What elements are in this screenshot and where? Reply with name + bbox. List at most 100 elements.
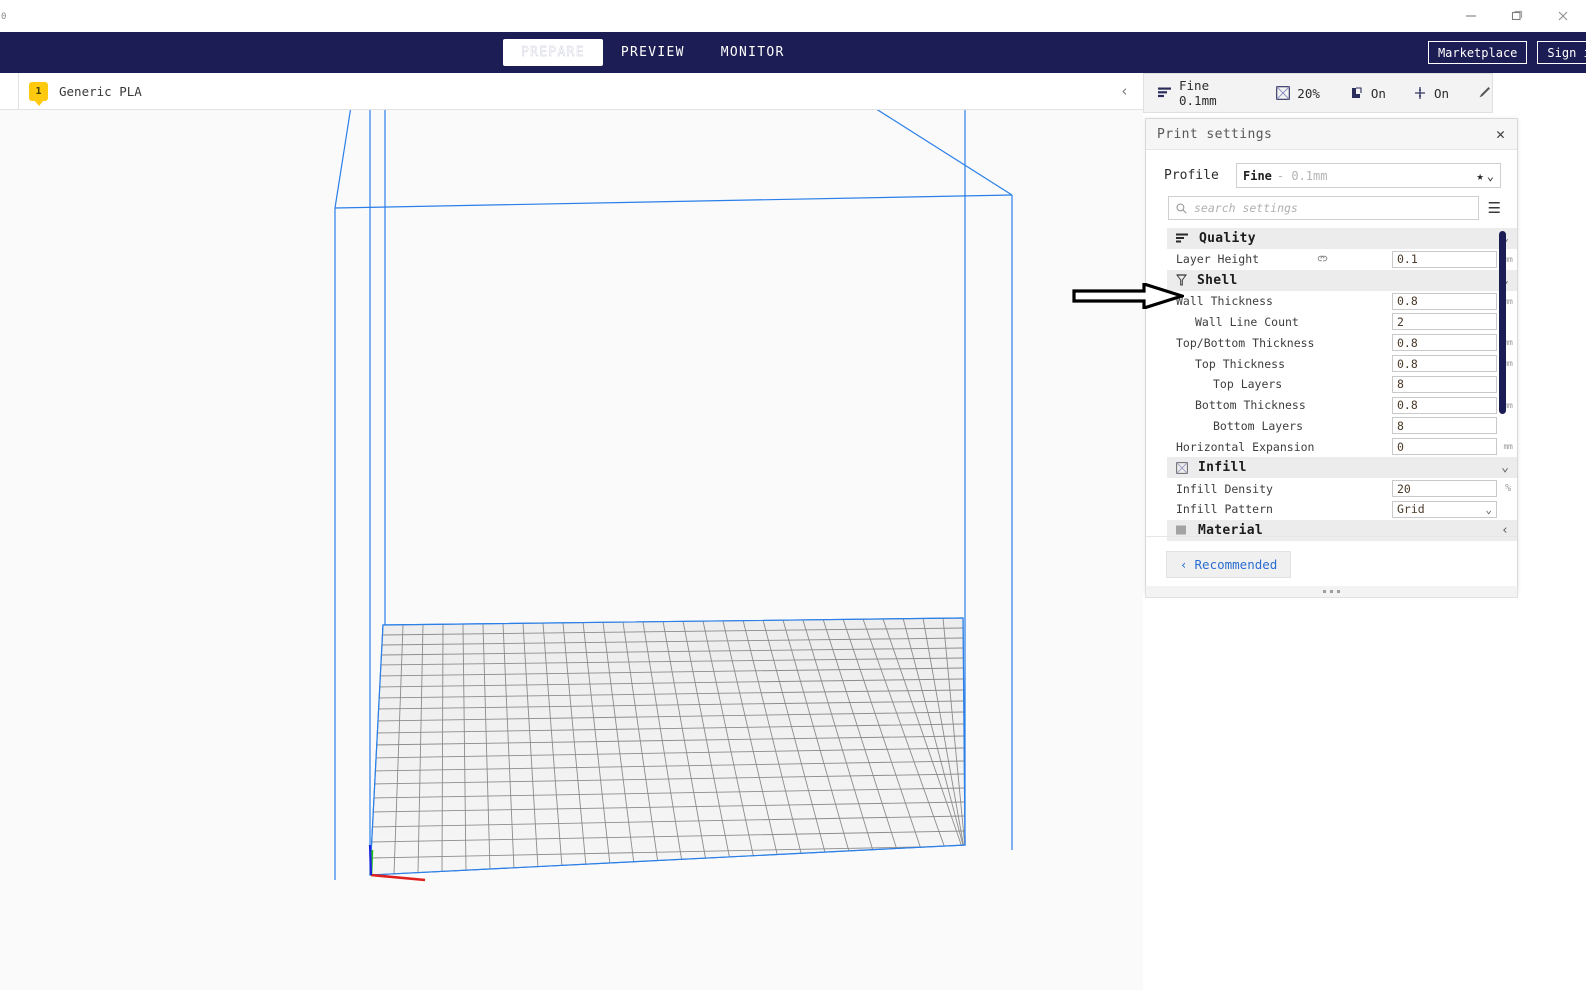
section-header-shell[interactable]: Shell ⌄ <box>1167 269 1517 291</box>
scrollbar-thumb[interactable] <box>1499 231 1506 414</box>
chevron-left-icon: ‹ <box>1180 557 1188 572</box>
pencil-icon[interactable] <box>1478 84 1492 103</box>
support-icon <box>1350 86 1364 100</box>
profile-label: Profile <box>1164 168 1219 183</box>
grip-dot <box>1330 590 1333 593</box>
minimize-icon[interactable] <box>1448 0 1494 32</box>
settings-scrollbar[interactable] <box>1499 228 1506 543</box>
select-value: Grid <box>1397 502 1425 517</box>
section-title: Quality <box>1199 231 1256 246</box>
window-title-bar: 0 <box>0 0 1586 32</box>
adhesion-icon <box>1413 86 1427 100</box>
profile-value: Fine <box>1243 168 1272 183</box>
setting-row-top-layers[interactable]: Top Layers 8 <box>1167 374 1517 395</box>
setting-value-field[interactable]: 8 <box>1392 417 1497 435</box>
chevron-left-icon[interactable]: ‹ <box>1120 82 1129 100</box>
setting-label: Top Layers <box>1213 377 1283 392</box>
search-icon <box>1176 199 1187 218</box>
panel-title: Print settings <box>1157 126 1273 142</box>
setup-profile-summary[interactable]: Fine 0.1mm <box>1158 78 1240 108</box>
close-icon[interactable]: ✕ <box>1496 126 1505 142</box>
setting-row-layer-height[interactable]: Layer Height 0.1 mm <box>1167 249 1517 270</box>
account-actions: Marketplace Sign in <box>1427 32 1586 73</box>
setting-value-select[interactable]: Grid ⌄ <box>1392 500 1497 518</box>
section-title: Shell <box>1197 272 1238 288</box>
window-edge-text: 0 <box>1 12 7 22</box>
setting-value-field[interactable]: 0.8 <box>1392 396 1497 414</box>
extruder-badge: 1 <box>29 81 48 106</box>
search-row: ☰ <box>1146 188 1517 220</box>
profile-row: Profile Fine - 0.1mm ★ ⌄ <box>1146 150 1517 188</box>
maximize-icon[interactable] <box>1494 0 1540 32</box>
material-spool-icon <box>1176 524 1188 536</box>
setting-value-field[interactable]: 0.8 <box>1392 292 1497 310</box>
section-title: Infill <box>1198 460 1247 476</box>
setup-adhesion-summary[interactable]: On <box>1413 86 1449 101</box>
setting-value-field[interactable]: 0.1 <box>1392 250 1497 268</box>
setting-row-bottom-layers[interactable]: Bottom Layers 8 <box>1167 416 1517 437</box>
panel-resize-grip[interactable] <box>1145 586 1518 598</box>
tab-preview[interactable]: PREVIEW <box>603 39 703 66</box>
link-chain-icon[interactable] <box>1316 253 1329 266</box>
settings-scroll-area[interactable]: Quality ⌄ Layer Height 0.1 mm <box>1146 228 1517 543</box>
recommended-label: Recommended <box>1194 557 1278 572</box>
machine-material-bar: 1 Generic PLA ‹ <box>0 73 1143 110</box>
setting-label: Bottom Layers <box>1213 418 1304 433</box>
setup-support-label: On <box>1370 85 1386 101</box>
material-name-label: Generic PLA <box>59 83 142 99</box>
search-box[interactable] <box>1168 196 1479 220</box>
close-icon[interactable] <box>1540 0 1586 32</box>
setting-value-field[interactable]: 8 <box>1392 375 1497 393</box>
setup-infill-summary[interactable]: 20% <box>1276 86 1320 101</box>
setting-label: Top/Bottom Thickness <box>1176 335 1315 350</box>
panel-header: Print settings ✕ <box>1146 119 1517 150</box>
print-setup-summary-bar[interactable]: Fine 0.1mm 20% On On <box>1143 73 1493 113</box>
setup-support-summary[interactable]: On <box>1350 86 1386 101</box>
setting-row-wall-line-count[interactable]: Wall Line Count 2 <box>1167 312 1517 333</box>
section-header-infill[interactable]: Infill ⌄ <box>1167 457 1517 479</box>
print-settings-panel: Print settings ✕ Profile Fine - 0.1mm ★ … <box>1145 118 1518 593</box>
tab-monitor[interactable]: MONITOR <box>703 39 803 66</box>
marketplace-button[interactable]: Marketplace <box>1427 41 1528 64</box>
setting-label: Layer Height <box>1176 252 1260 267</box>
3d-viewport[interactable] <box>0 110 1143 990</box>
profile-select[interactable]: Fine - 0.1mm ★ ⌄ <box>1236 163 1501 188</box>
setting-value-field[interactable]: 0 <box>1392 438 1497 456</box>
setting-label: Infill Pattern <box>1176 502 1273 517</box>
profile-star-group[interactable]: ★ ⌄ <box>1477 169 1494 183</box>
recommended-button[interactable]: ‹ Recommended <box>1166 551 1292 578</box>
setting-label: Top Thickness <box>1195 356 1286 371</box>
setting-value-field[interactable]: 2 <box>1392 313 1497 331</box>
setting-row-bottom-thickness[interactable]: Bottom Thickness 0.8 mm <box>1167 395 1517 416</box>
search-input[interactable] <box>1194 201 1471 215</box>
sign-in-button[interactable]: Sign in <box>1537 41 1586 64</box>
setup-profile-label: Fine 0.1mm <box>1179 78 1217 108</box>
hamburger-icon[interactable]: ☰ <box>1488 200 1501 216</box>
setup-infill-label: 20% <box>1297 85 1320 101</box>
tab-prepare[interactable]: PREPARE <box>503 39 603 66</box>
setting-row-horizontal-expansion[interactable]: Horizontal Expansion 0 mm <box>1167 436 1517 457</box>
quality-layers-icon <box>1176 233 1189 244</box>
setting-row-top-bottom-thickness[interactable]: Top/Bottom Thickness 0.8 mm <box>1167 332 1517 353</box>
setting-value-field[interactable]: 0.8 <box>1392 355 1497 373</box>
setting-row-top-thickness[interactable]: Top Thickness 0.8 mm <box>1167 353 1517 374</box>
setting-row-infill-density[interactable]: Infill Density 20 % <box>1167 478 1517 499</box>
shell-funnel-icon <box>1176 274 1187 286</box>
extruder-material-chip[interactable]: 1 Generic PLA <box>29 81 142 106</box>
setting-label: Horizontal Expansion <box>1176 439 1315 454</box>
setting-value-field[interactable]: 20 <box>1392 480 1497 498</box>
chevron-down-icon[interactable]: ⌄ <box>1485 504 1492 515</box>
setting-row-infill-pattern[interactable]: Infill Pattern Grid ⌄ <box>1167 499 1517 520</box>
setting-label: Wall Thickness <box>1176 294 1273 309</box>
setting-label: Bottom Thickness <box>1195 398 1306 413</box>
setting-row-wall-thickness[interactable]: Wall Thickness 0.8 mm <box>1167 291 1517 312</box>
quality-layers-icon <box>1158 87 1172 99</box>
star-icon[interactable]: ★ <box>1477 169 1484 183</box>
grip-dot <box>1337 590 1340 593</box>
top-navigation-bar: PREPARE PREVIEW MONITOR Marketplace Sign… <box>0 32 1586 73</box>
panel-footer: ‹ Recommended <box>1146 536 1517 592</box>
build-volume-render <box>334 110 1013 882</box>
section-header-quality[interactable]: Quality ⌄ <box>1167 228 1517 249</box>
setting-value-field[interactable]: 0.8 <box>1392 334 1497 352</box>
chevron-down-icon[interactable]: ⌄ <box>1487 169 1494 183</box>
